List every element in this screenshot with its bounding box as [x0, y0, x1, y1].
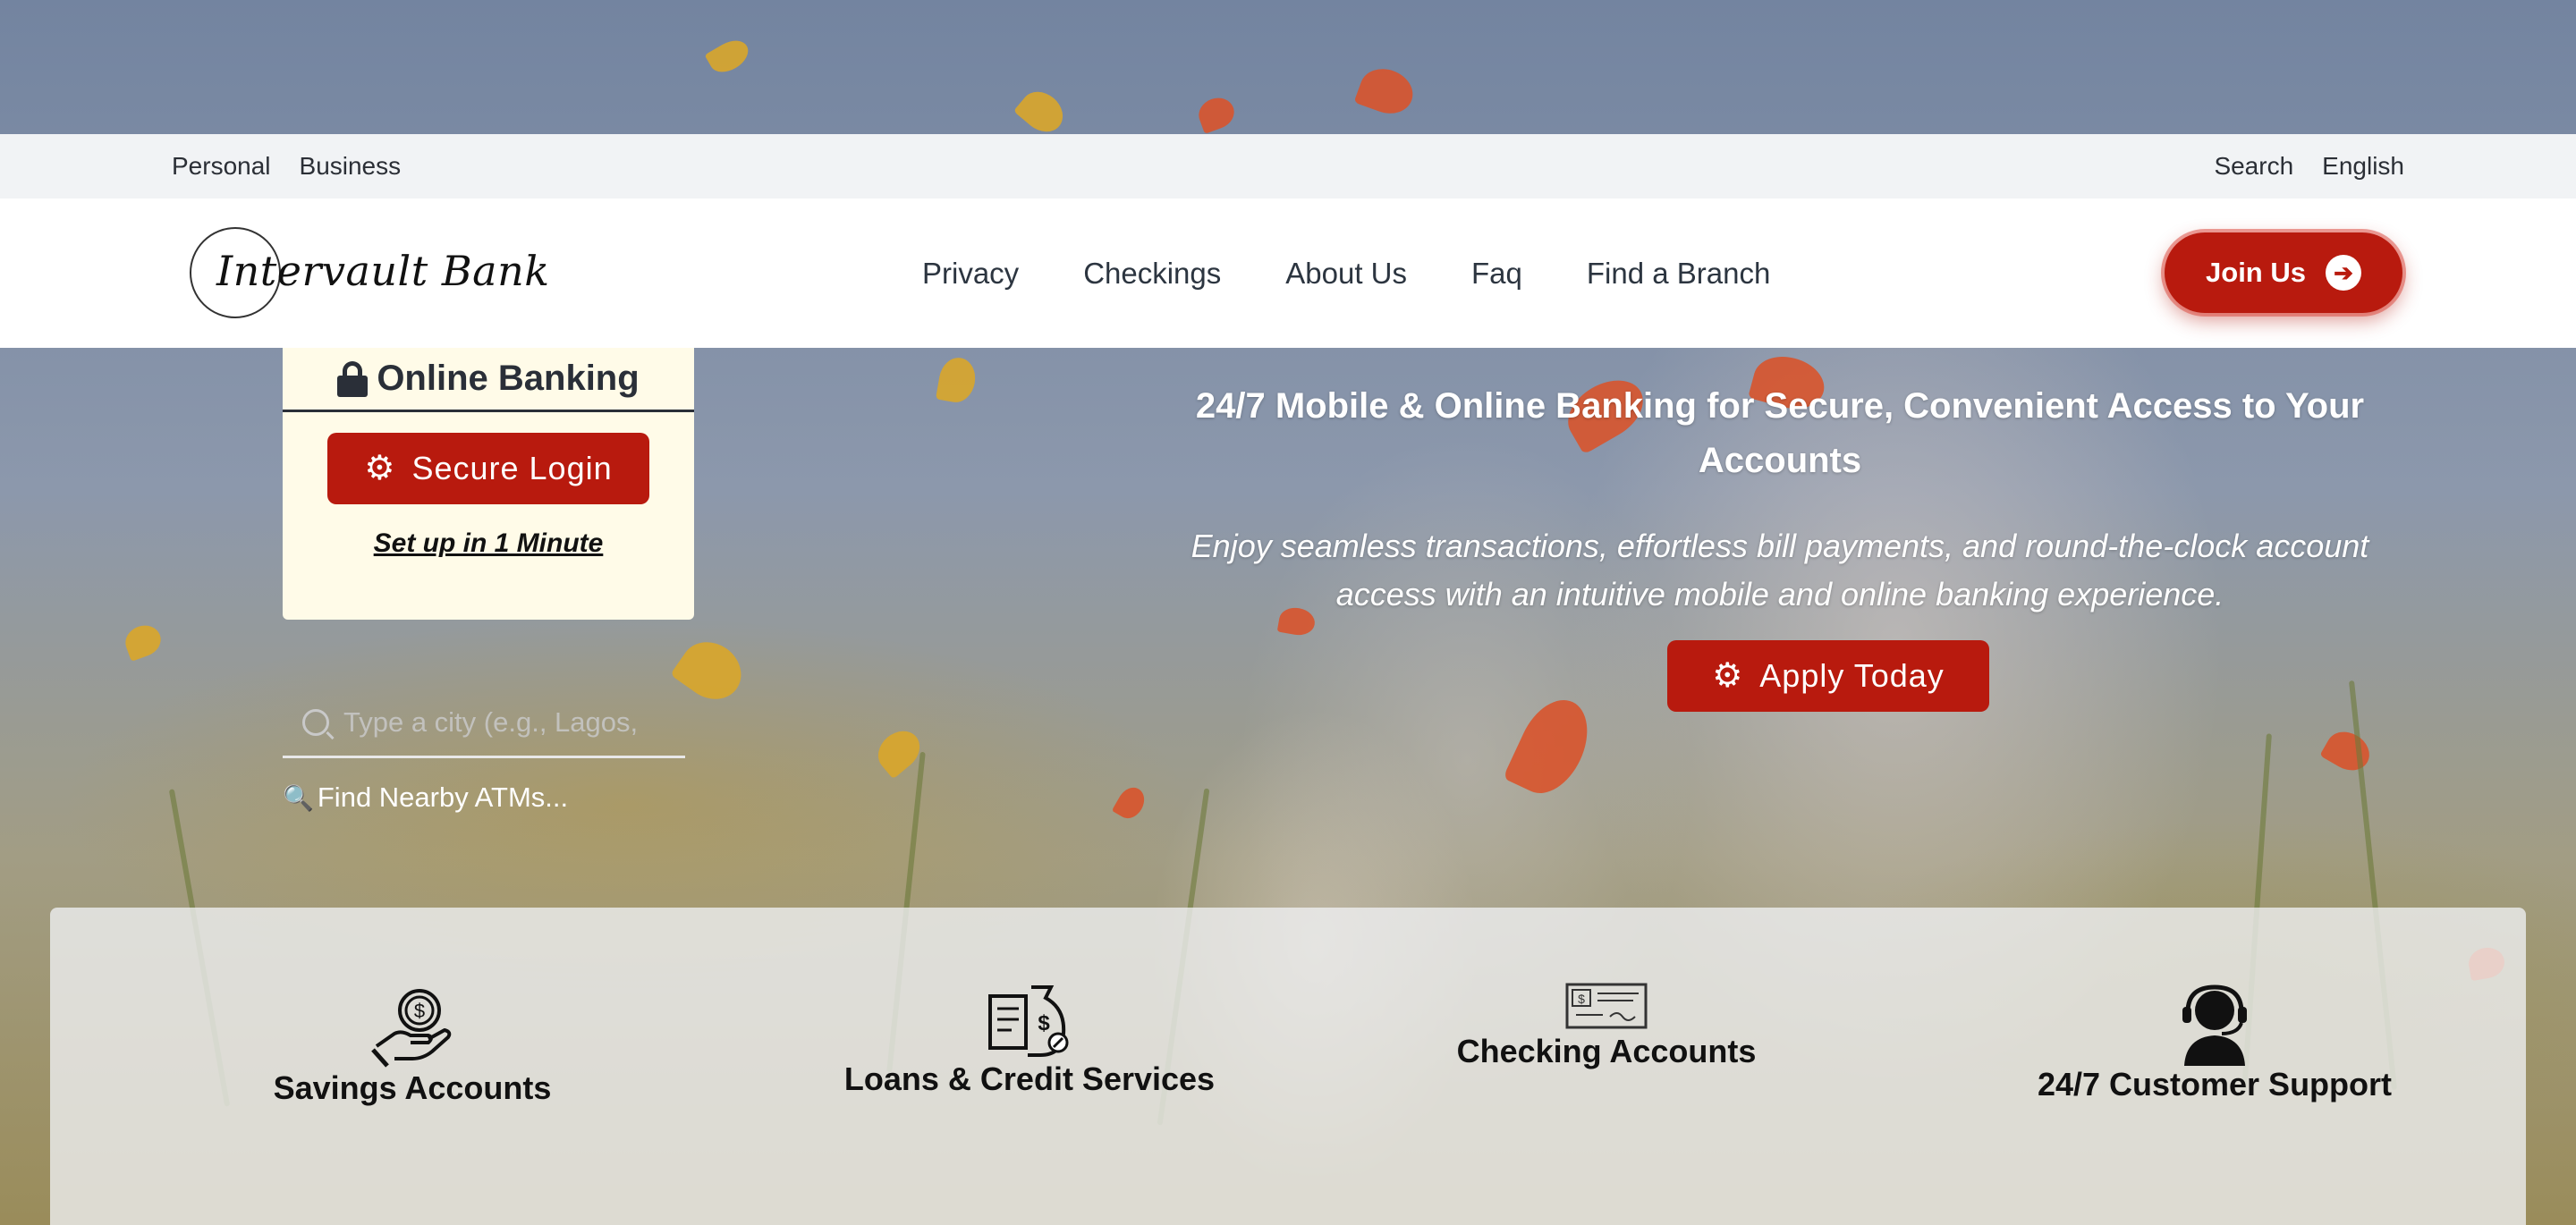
- svg-text:$: $: [1038, 1011, 1050, 1035]
- apply-today-label: Apply Today: [1759, 657, 1945, 694]
- nav-find-a-branch[interactable]: Find a Branch: [1587, 257, 1770, 291]
- magnifier-icon: 🔍: [283, 783, 314, 812]
- city-search-input[interactable]: [343, 705, 665, 739]
- hero-title: 24/7 Mobile & Online Banking for Secure,…: [1195, 386, 2365, 480]
- svg-text:$: $: [414, 1000, 425, 1022]
- gear-icon: ⚙: [364, 450, 396, 487]
- personal-link[interactable]: Personal: [172, 152, 271, 181]
- service-label: Savings Accounts: [273, 1069, 552, 1106]
- money-bag-document-icon: $: [988, 985, 1069, 1057]
- hand-coin-icon: $: [371, 989, 452, 1068]
- service-label: Checking Accounts: [1456, 1033, 1757, 1069]
- secure-login-button[interactable]: ⚙ Secure Login: [327, 433, 649, 504]
- online-banking-card: Online Banking ⚙ Secure Login Set up in …: [283, 348, 694, 620]
- service-loans-credit[interactable]: $ Loans & Credit Services: [810, 984, 1249, 1098]
- logo-text: Intervault Bank: [216, 247, 550, 295]
- utility-links: Search English: [2214, 152, 2404, 181]
- services-panel: $ Savings Accounts $ Loans & Credit Serv…: [50, 908, 2526, 1225]
- service-label: Loans & Credit Services: [843, 1060, 1216, 1097]
- business-link[interactable]: Business: [300, 152, 402, 181]
- service-checking-accounts[interactable]: $ Checking Accounts: [1445, 979, 1767, 1070]
- language-selector[interactable]: English: [2322, 152, 2404, 181]
- segment-links: Personal Business: [172, 152, 401, 181]
- search-icon: [302, 708, 329, 736]
- join-us-label: Join Us: [2206, 257, 2306, 288]
- main-nav: Privacy Checkings About Us Faq Find a Br…: [922, 199, 1770, 348]
- service-savings-accounts[interactable]: $ Savings Accounts: [238, 984, 587, 1107]
- nav-faq[interactable]: Faq: [1471, 257, 1522, 291]
- secure-login-label: Secure Login: [411, 450, 613, 486]
- find-atms-label: Find Nearby ATMs...: [317, 781, 569, 813]
- nav-about-us[interactable]: About Us: [1285, 257, 1407, 291]
- lock-icon: [337, 360, 369, 397]
- apply-today-button[interactable]: ⚙ Apply Today: [1667, 640, 1989, 712]
- main-header: Intervault Bank Privacy Checkings About …: [0, 199, 2576, 348]
- gear-icon: ⚙: [1712, 657, 1744, 695]
- svg-text:$: $: [1578, 992, 1585, 1006]
- service-customer-support[interactable]: 24/7 Customer Support: [2018, 984, 2411, 1103]
- nav-privacy[interactable]: Privacy: [922, 257, 1019, 291]
- search-link[interactable]: Search: [2214, 152, 2293, 181]
- utility-bar: Personal Business Search English: [0, 134, 2576, 199]
- setup-link[interactable]: Set up in 1 Minute: [283, 528, 694, 559]
- bank-logo[interactable]: Intervault Bank: [190, 227, 549, 318]
- arrow-right-circle-icon: ➔: [2325, 255, 2361, 291]
- find-atms-link[interactable]: 🔍 Find Nearby ATMs...: [283, 781, 568, 814]
- online-banking-title: Online Banking: [377, 359, 640, 398]
- check-document-icon: $: [1565, 983, 1648, 1029]
- join-us-button[interactable]: Join Us ➔: [2165, 232, 2402, 313]
- atm-search-field: [283, 689, 685, 758]
- hero-subtitle: Enjoy seamless transactions, effortless …: [1191, 528, 2369, 612]
- online-banking-header: Online Banking: [283, 348, 694, 412]
- nav-checkings[interactable]: Checkings: [1083, 257, 1221, 291]
- headset-agent-icon: [2182, 984, 2247, 1066]
- service-label: 24/7 Customer Support: [2037, 1066, 2393, 1102]
